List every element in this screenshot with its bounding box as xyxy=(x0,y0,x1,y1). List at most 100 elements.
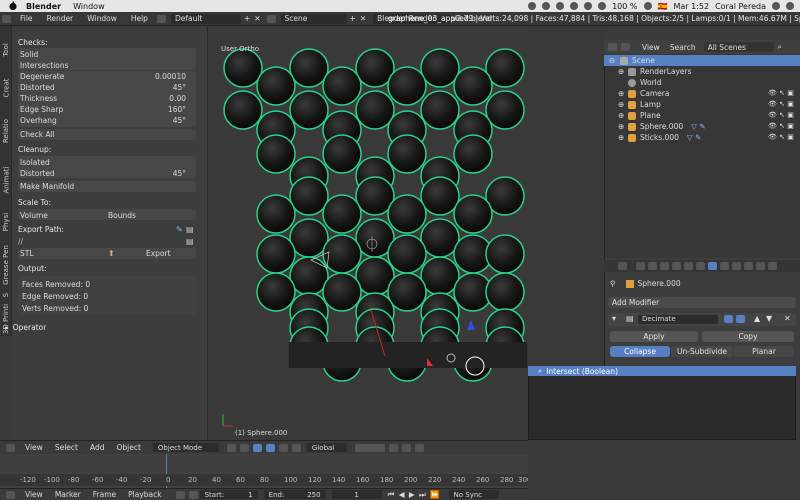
sync-icon[interactable] xyxy=(542,2,551,10)
scale-volume-button[interactable]: Volume xyxy=(20,210,104,220)
outliner-search-icon[interactable]: ⌕ xyxy=(778,42,782,52)
sphere-mesh[interactable] xyxy=(289,90,329,130)
copy-button[interactable]: Copy xyxy=(702,331,794,342)
timeline-ruler[interactable]: -120 -100 -80 -60 -40 -20 0 20 40 60 80 … xyxy=(0,474,531,486)
world-tab-icon[interactable] xyxy=(672,262,681,270)
planar-mode-button[interactable]: Planar xyxy=(734,346,794,357)
shading-icon[interactable] xyxy=(226,443,236,452)
sphere-mesh[interactable] xyxy=(420,218,460,258)
sphere-mesh[interactable] xyxy=(256,66,296,106)
tab-relations[interactable]: Relatio xyxy=(0,108,12,154)
manipulator-icon[interactable] xyxy=(252,443,262,452)
keying-icon[interactable] xyxy=(175,490,185,499)
properties-editor-icon[interactable] xyxy=(618,262,627,270)
object-tab-icon[interactable] xyxy=(684,262,693,270)
outliner-row-world[interactable]: World xyxy=(604,77,800,88)
dropbox-icon[interactable] xyxy=(570,2,579,10)
tab-tool[interactable]: Tool xyxy=(0,32,12,68)
sphere-mesh[interactable] xyxy=(256,194,296,234)
add-layout-icon[interactable]: + xyxy=(244,14,250,23)
layout-selector[interactable]: Default xyxy=(170,13,241,24)
modifiers-tab-icon[interactable] xyxy=(708,262,717,270)
apply-button[interactable]: Apply xyxy=(610,331,698,342)
sphere-mesh[interactable] xyxy=(256,134,296,174)
search-icon[interactable] xyxy=(772,2,780,10)
sphere-mesh[interactable] xyxy=(420,176,460,216)
tab-physics[interactable]: Physi xyxy=(0,206,12,238)
battery-icon[interactable] xyxy=(643,2,652,10)
menu-render[interactable]: Render xyxy=(47,14,74,23)
cleanup-distorted-field[interactable]: Distorted 45° xyxy=(20,168,194,178)
render-tab-icon[interactable] xyxy=(636,262,645,270)
menu-add[interactable]: Add xyxy=(90,443,105,452)
language-flag[interactable]: 🇪🇸 xyxy=(658,2,668,11)
sphere-mesh[interactable] xyxy=(355,90,395,130)
add-modifier-button[interactable]: Add Modifier xyxy=(608,297,796,308)
battery-percent[interactable]: 100 % xyxy=(612,2,637,11)
particles-tab-icon[interactable] xyxy=(756,262,765,270)
sphere-mesh[interactable] xyxy=(289,218,329,258)
wifi-icon[interactable] xyxy=(598,2,607,10)
info-editor-icon[interactable] xyxy=(2,14,11,23)
folder-icon-2[interactable]: ▤ xyxy=(186,237,194,246)
sphere-mesh[interactable] xyxy=(223,48,263,88)
outliner-view-menu[interactable]: View xyxy=(642,43,660,52)
texture-tab-icon[interactable] xyxy=(744,262,753,270)
collapse-mode-button[interactable]: Collapse xyxy=(610,346,670,357)
snap-icon[interactable] xyxy=(401,443,411,452)
move-up-icon[interactable]: ▲ xyxy=(754,314,760,323)
menu-list-icon[interactable] xyxy=(786,2,794,10)
start-frame-field[interactable]: Start: 1 xyxy=(199,490,258,499)
sphere-mesh[interactable] xyxy=(387,234,427,274)
edge-sharp-field[interactable]: Edge Sharp 160° xyxy=(20,104,194,114)
scale-icon[interactable] xyxy=(291,443,301,452)
search-result-intersect-boolean[interactable]: ⌕ Intersect (Boolean) xyxy=(528,366,796,376)
outliner-row-scene[interactable]: ⊖ Scene xyxy=(604,55,800,66)
rotate-icon[interactable] xyxy=(278,443,288,452)
outliner-collapse-icon[interactable] xyxy=(621,43,630,51)
folder-icon-1[interactable]: ▤ xyxy=(186,225,194,234)
bluetooth-icon[interactable] xyxy=(584,2,593,10)
sphere-mesh[interactable] xyxy=(453,66,493,106)
modifier-wrench-icon[interactable]: ▽ ✎ xyxy=(687,133,701,142)
material-tab-icon[interactable] xyxy=(732,262,741,270)
sphere-mesh[interactable] xyxy=(485,234,525,274)
menu-file[interactable]: File xyxy=(20,14,33,23)
timeline-editor-icon[interactable] xyxy=(6,490,15,499)
collapse-icon[interactable]: ⊖ xyxy=(604,56,620,65)
make-manifold-button[interactable]: Make Manifold xyxy=(20,181,206,191)
timeline-playback-menu[interactable]: Playback xyxy=(128,490,161,499)
expand-icon[interactable]: ⊕ xyxy=(618,100,628,109)
constraints-tab-icon[interactable] xyxy=(696,262,705,270)
playback-controls[interactable]: ⏮ ◀ ▶ ⏭ ⏩ xyxy=(388,490,441,500)
unsubdivide-mode-button[interactable]: Un-Subdivide xyxy=(671,346,733,357)
sphere-mesh[interactable] xyxy=(420,256,460,296)
move-down-icon[interactable]: ▼ xyxy=(766,314,772,323)
operator-panel-header[interactable]: ▸ Operator xyxy=(5,322,191,332)
clock[interactable]: Mar 1:52 xyxy=(673,2,709,11)
mode-selector[interactable]: Object Mode xyxy=(152,443,219,452)
sphere-mesh[interactable] xyxy=(453,134,493,174)
user-name[interactable]: Coral Pereda xyxy=(715,2,766,11)
distorted-field[interactable]: Distorted 45° xyxy=(20,82,194,92)
expand-icon[interactable]: ⊕ xyxy=(618,111,628,120)
layers-grid[interactable] xyxy=(354,443,385,452)
sphere-mesh[interactable] xyxy=(485,90,525,130)
sphere-mesh[interactable] xyxy=(387,272,427,312)
sphere-mesh[interactable] xyxy=(485,272,525,312)
tab-grease-pencil[interactable]: Grease Pen xyxy=(0,240,12,290)
menu-window[interactable]: Window xyxy=(73,2,105,11)
scene-selector[interactable]: Scene xyxy=(280,13,347,24)
scene-icon[interactable] xyxy=(266,14,276,23)
menu-help[interactable]: Help xyxy=(131,14,148,23)
stl-format-selector[interactable]: STL xyxy=(20,248,100,258)
editor-type-icon[interactable] xyxy=(6,443,15,452)
sphere-mesh[interactable] xyxy=(256,234,296,274)
layers-tab-icon[interactable] xyxy=(648,262,657,270)
translate-icon[interactable] xyxy=(265,443,275,452)
isolated-button[interactable]: Isolated xyxy=(20,157,206,167)
orientation-selector[interactable]: Global xyxy=(306,443,347,452)
z-axis-arrow[interactable] xyxy=(467,320,475,330)
history-icon[interactable] xyxy=(556,2,565,10)
sphere-mesh[interactable] xyxy=(322,66,362,106)
